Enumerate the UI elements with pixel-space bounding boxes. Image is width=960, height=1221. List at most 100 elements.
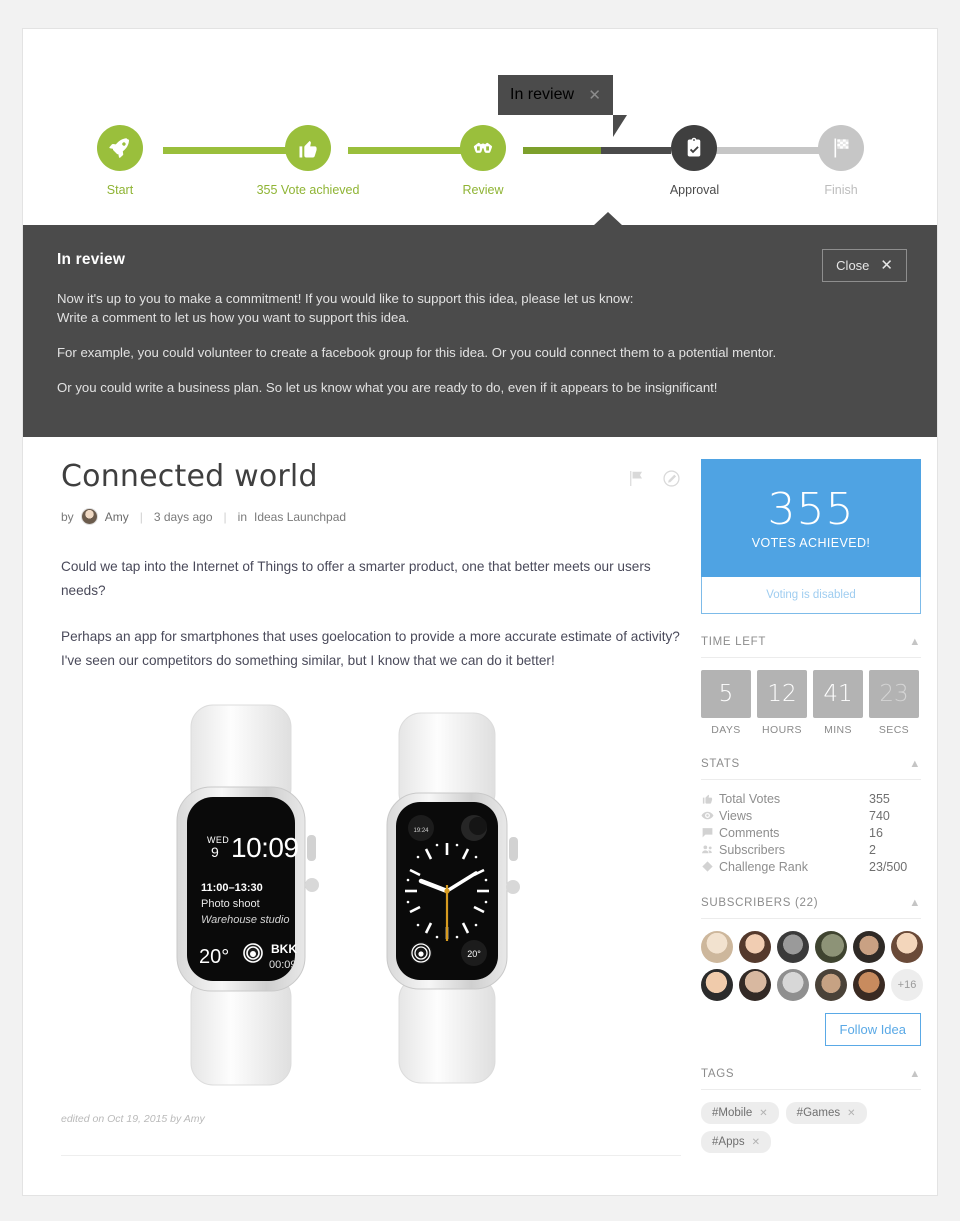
stats-header-label: STATS — [701, 758, 740, 770]
page-title: Connected world — [61, 459, 318, 494]
vote-panel: 355 VOTES ACHIEVED! Voting is disabled — [701, 459, 921, 614]
timer-value-hours: 12 — [757, 670, 807, 718]
tag-chip[interactable]: #Mobile ✕ — [701, 1102, 779, 1124]
tracker-line-4 — [715, 147, 825, 154]
idea-paragraph-1: Could we tap into the Internet of Things… — [61, 559, 651, 598]
follow-idea-button[interactable]: Follow Idea — [824, 1013, 921, 1046]
byline-time: 3 days ago — [153, 509, 213, 524]
tracker-step-vote[interactable] — [285, 125, 331, 171]
banner-paragraph-2: For example, you could volunteer to crea… — [57, 345, 777, 360]
avatar[interactable] — [891, 931, 923, 963]
subscribers-header[interactable]: SUBSCRIBERS (22) ▲ — [701, 897, 921, 919]
tracker-step-finish[interactable] — [818, 125, 864, 171]
byline: by Amy | 3 days ago | in Ideas Launchpad — [61, 508, 681, 525]
tracker-track: Start 355 Vote achieved Review Approval … — [23, 125, 937, 225]
time-left-header[interactable]: TIME LEFT ▲ — [701, 636, 921, 658]
byline-by: by — [61, 509, 74, 524]
timer-unit-secs: SECS — [878, 724, 910, 736]
banner-paragraph-1-line-1: Now it's up to you to make a commitment!… — [57, 291, 634, 306]
avatar[interactable] — [777, 931, 809, 963]
stat-label-views: Views — [719, 808, 753, 823]
tracker-tooltip[interactable]: In review ✕ — [498, 75, 613, 115]
edit-pencil-icon[interactable] — [662, 469, 681, 493]
banner-close-button[interactable]: Close ✕ — [822, 249, 907, 282]
stat-value-total-votes: 355 — [869, 791, 890, 806]
banner-arrow — [593, 212, 623, 226]
countdown-timer: 5 DAYS 12 HOURS 41 MINS 23 SECS — [701, 670, 921, 736]
avatar[interactable] — [853, 969, 885, 1001]
stat-row-comments: Comments 16 — [701, 824, 921, 841]
users-icon — [701, 843, 719, 856]
stats-section: STATS ▲ Total Votes 355 Views 740 Commen… — [701, 758, 921, 875]
svg-text:20°: 20° — [467, 949, 481, 959]
chevron-up-icon[interactable]: ▲ — [909, 636, 921, 648]
idea-attachment-image: WED 9 10:09 11:00–13:30 Photo shoot Ware… — [61, 695, 681, 1095]
stats-header[interactable]: STATS ▲ — [701, 758, 921, 780]
close-icon[interactable]: ✕ — [588, 88, 601, 103]
timer-cell-mins: 41 MINS — [813, 670, 863, 736]
byline-author[interactable]: Amy — [105, 510, 129, 524]
vote-box: 355 VOTES ACHIEVED! — [701, 459, 921, 577]
stat-row-subscribers: Subscribers 2 — [701, 841, 921, 858]
tracker-step-start[interactable] — [97, 125, 143, 171]
idea-detail-page: In review ✕ Start 355 Vote achieved Revi… — [22, 28, 938, 1196]
chevron-up-icon[interactable]: ▲ — [909, 897, 921, 909]
tag-chip[interactable]: #Apps ✕ — [701, 1131, 771, 1153]
avatar[interactable] — [739, 969, 771, 1001]
subscribers-overflow-count[interactable]: +16 — [891, 969, 923, 1001]
close-icon[interactable]: ✕ — [759, 1108, 767, 1119]
avatar[interactable] — [853, 931, 885, 963]
subscribers-section: SUBSCRIBERS (22) ▲ +16 Follow Idea — [701, 897, 923, 1046]
tag-chip[interactable]: #Games ✕ — [785, 1102, 867, 1124]
idea-sidebar: 355 VOTES ACHIEVED! Voting is disabled T… — [701, 459, 923, 1156]
idea-paragraph-2: Perhaps an app for smartphones that uses… — [61, 629, 680, 668]
stat-label-subscribers: Subscribers — [719, 842, 785, 857]
avatar[interactable] — [701, 931, 733, 963]
svg-text:20°: 20° — [199, 946, 229, 968]
timer-cell-hours: 12 HOURS — [757, 670, 807, 736]
tracker-tooltip-label: In review — [510, 86, 575, 103]
edited-note: edited on Oct 19, 2015 by Amy — [61, 1113, 205, 1125]
tracker-step-label-review: Review — [462, 183, 504, 197]
byline-separator-2: | — [223, 509, 227, 524]
tracker-step-approval[interactable] — [671, 125, 717, 171]
close-icon[interactable]: ✕ — [752, 1137, 760, 1148]
stats-list: Total Votes 355 Views 740 Comments 16 Su… — [701, 790, 921, 875]
tracker-step-label-vote: 355 Vote achieved — [256, 183, 360, 197]
stat-value-comments: 16 — [869, 825, 883, 840]
stat-row-challenge-rank: Challenge Rank 23/500 — [701, 858, 921, 875]
stat-value-challenge-rank: 23/500 — [869, 859, 908, 874]
tracker-step-label-finish: Finish — [824, 183, 858, 197]
avatar[interactable] — [815, 931, 847, 963]
close-icon[interactable]: ✕ — [847, 1108, 855, 1119]
time-left-header-label: TIME LEFT — [701, 636, 767, 648]
timer-unit-hours: HOURS — [762, 724, 802, 736]
avatar[interactable] — [815, 969, 847, 1001]
timer-unit-mins: MINS — [824, 724, 852, 736]
avatar[interactable] — [739, 931, 771, 963]
voting-disabled-button: Voting is disabled — [701, 577, 921, 614]
clipboard-check-icon — [687, 137, 701, 157]
byline-separator-1: | — [139, 509, 143, 524]
chevron-up-icon[interactable]: ▲ — [909, 1068, 921, 1080]
banner-paragraph-1-line-2: Write a comment to let us how you want t… — [57, 310, 410, 325]
avatar[interactable] — [701, 969, 733, 1001]
svg-text:Photo shoot: Photo shoot — [201, 898, 260, 910]
tracker-step-label-start: Start — [106, 183, 134, 197]
follow-row: Follow Idea — [701, 1013, 921, 1046]
chevron-up-icon[interactable]: ▲ — [909, 758, 921, 770]
avatar[interactable] — [777, 969, 809, 1001]
flag-icon[interactable] — [627, 469, 646, 493]
stat-value-subscribers: 2 — [869, 842, 876, 857]
byline-channel[interactable]: Ideas Launchpad — [254, 510, 346, 524]
tag-label: #Games — [796, 1107, 841, 1119]
idea-title-actions — [627, 459, 681, 493]
tags-header[interactable]: TAGS ▲ — [701, 1068, 921, 1090]
svg-text:10:09: 10:09 — [231, 832, 299, 863]
checkered-flag-icon — [834, 138, 849, 158]
timer-value-days: 5 — [701, 670, 751, 718]
avatar — [80, 508, 98, 525]
tracker-step-review[interactable] — [460, 125, 506, 171]
rocket-icon — [109, 138, 130, 158]
banner-title: In review — [57, 251, 126, 268]
